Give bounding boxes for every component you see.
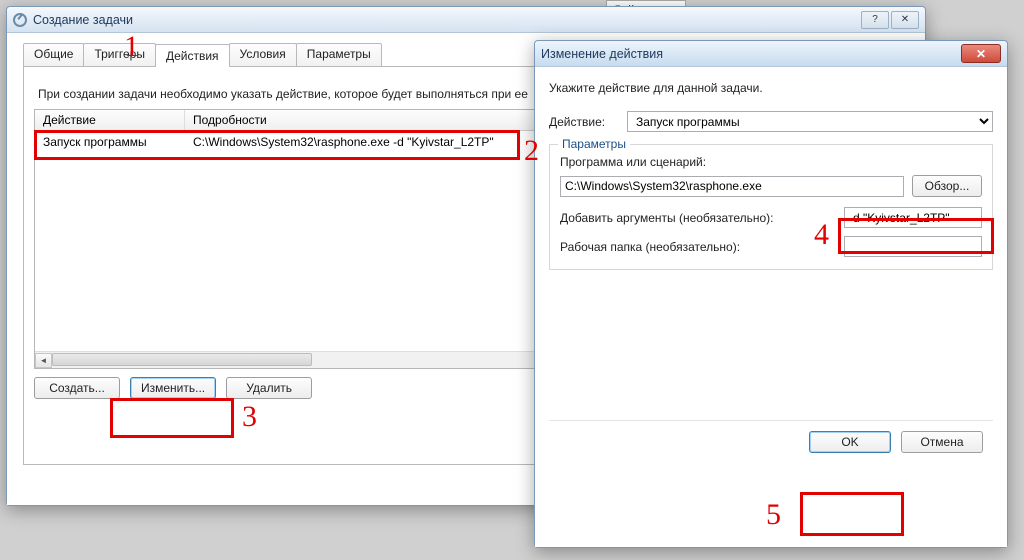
program-label: Программа или сценарий: (560, 155, 982, 169)
ok-button[interactable]: OK (809, 431, 891, 453)
workdir-label: Рабочая папка (необязательно): (560, 240, 836, 254)
help-button[interactable]: ? (861, 11, 889, 29)
cell-action: Запуск программы (35, 131, 185, 153)
scroll-left-icon[interactable]: ◄ (35, 353, 52, 368)
tab-conditions[interactable]: Условия (229, 43, 297, 66)
tab-triggers[interactable]: Триггеры (83, 43, 156, 66)
workdir-input[interactable] (844, 236, 982, 257)
group-title: Параметры (558, 137, 630, 151)
action-label: Действие: (549, 115, 619, 129)
program-input[interactable] (560, 176, 904, 197)
create-button[interactable]: Создать... (34, 377, 120, 399)
close-button[interactable]: ✕ (961, 44, 1001, 63)
parameters-group: Параметры Программа или сценарий: Обзор.… (549, 144, 993, 270)
instruction-text: Укажите действие для данной задачи. (549, 81, 993, 95)
browse-button[interactable]: Обзор... (912, 175, 982, 197)
scrollbar-thumb[interactable] (52, 353, 312, 366)
close-button[interactable]: ✕ (891, 11, 919, 29)
dialog-title: Изменение действия (541, 47, 663, 61)
edit-button[interactable]: Изменить... (130, 377, 216, 399)
clock-icon (13, 13, 27, 27)
arguments-input[interactable] (844, 207, 982, 228)
action-combo[interactable]: Запуск программы (627, 111, 993, 132)
cancel-button[interactable]: Отмена (901, 431, 983, 453)
delete-button[interactable]: Удалить (226, 377, 312, 399)
tab-settings[interactable]: Параметры (296, 43, 382, 66)
tab-general[interactable]: Общие (23, 43, 84, 66)
window-title: Создание задачи (33, 13, 133, 27)
edit-action-dialog: Изменение действия ✕ Укажите действие дл… (534, 40, 1008, 548)
titlebar: Создание задачи ? ✕ (7, 7, 925, 33)
tab-actions[interactable]: Действия (155, 44, 230, 67)
col-action: Действие (35, 110, 185, 130)
titlebar: Изменение действия ✕ (535, 41, 1007, 67)
arguments-label: Добавить аргументы (необязательно): (560, 211, 836, 225)
